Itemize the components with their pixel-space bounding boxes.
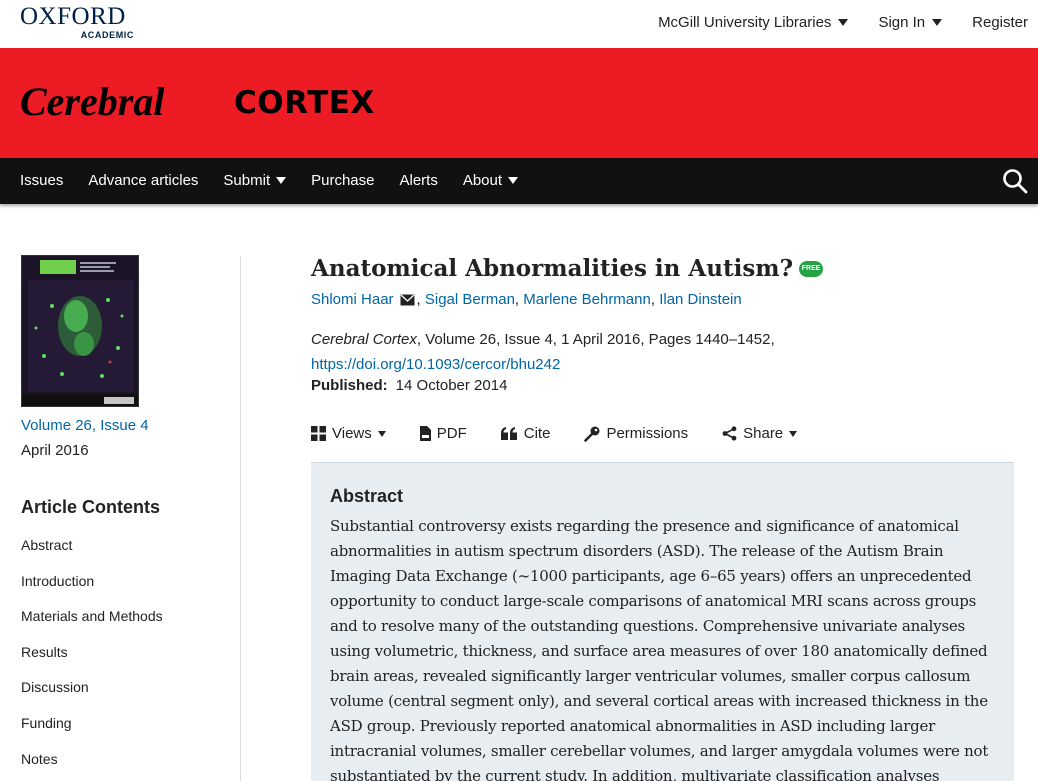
- nav-label: About: [462, 172, 503, 189]
- doi-link[interactable]: https://doi.org/10.1093/cercor/bhu242: [311, 356, 560, 373]
- author-link[interactable]: Marlene Behrmann: [523, 291, 651, 308]
- grid-icon: [311, 426, 326, 441]
- pdf-button[interactable]: PDF: [419, 425, 467, 442]
- author-separator: ,: [416, 291, 421, 308]
- oxford-academic-logo[interactable]: OXFORD ACADEMIC: [20, 3, 138, 41]
- article-contents-list: Abstract Introduction Materials and Meth…: [21, 536, 163, 781]
- abstract-body: Substantial controversy exists regarding…: [330, 517, 989, 781]
- institution-menu[interactable]: McGill University Libraries: [658, 14, 849, 31]
- logo-main-text: OXFORD: [20, 3, 126, 30]
- nav-label: Submit: [223, 172, 271, 189]
- nav-alerts[interactable]: Alerts: [399, 172, 437, 189]
- article-contents-heading: Article Contents: [21, 497, 161, 517]
- toc-item-abstract[interactable]: Abstract: [21, 536, 163, 572]
- main-nav: Issues Advance articles Submit Purchase …: [0, 158, 1038, 204]
- nav-label: Advance articles: [88, 172, 199, 189]
- journal-name: Cerebral Cortex: [311, 331, 417, 348]
- views-label: Views: [332, 425, 372, 442]
- sign-in-label: Sign In: [878, 14, 926, 31]
- share-label: Share: [743, 425, 784, 442]
- column-divider: [240, 256, 241, 781]
- chevron-down-icon: [932, 19, 943, 26]
- published-date: 14 October 2014: [395, 377, 508, 394]
- mail-icon[interactable]: [400, 294, 415, 306]
- article-toolbar: Views PDF Cite Permissions Share: [311, 425, 831, 442]
- author-link[interactable]: Sigal Berman: [425, 291, 515, 308]
- article-title: Anatomical Abnormalities in Autism?: [311, 255, 794, 282]
- permissions-label: Permissions: [606, 425, 689, 442]
- quote-icon: [500, 427, 517, 440]
- nav-issues[interactable]: Issues: [20, 172, 63, 189]
- toc-item-funding[interactable]: Funding: [21, 714, 163, 750]
- author-separator: ,: [514, 291, 520, 308]
- account-links: McGill University Libraries Sign In Regi…: [628, 14, 1028, 31]
- toc-item-materials-methods[interactable]: Materials and Methods: [21, 607, 163, 643]
- author-separator: ,: [650, 291, 656, 308]
- chevron-down-icon: [276, 177, 287, 184]
- article-title-row: Anatomical Abnormalities in Autism? FREE: [311, 255, 824, 282]
- chevron-down-icon: [508, 177, 519, 184]
- citation-line: Cerebral Cortex, Volume 26, Issue 4, 1 A…: [311, 327, 1001, 377]
- nav-label: Issues: [20, 172, 64, 189]
- abstract-section: Abstract Substantial controversy exists …: [311, 462, 1014, 781]
- free-badge: FREE: [799, 260, 824, 277]
- pdf-label: PDF: [436, 425, 467, 442]
- views-button[interactable]: Views: [311, 425, 386, 442]
- author-link[interactable]: Ilan Dinstein: [659, 291, 742, 308]
- volume-issue-link[interactable]: Volume 26, Issue 4: [21, 417, 149, 434]
- toc-item-introduction[interactable]: Introduction: [21, 572, 163, 608]
- author-list: Shlomi Haar , Sigal Berman , Marlene Beh…: [311, 291, 742, 308]
- published-line: Published: 14 October 2014: [311, 377, 507, 394]
- chevron-down-icon: [838, 19, 849, 26]
- citation-details: , Volume 26, Issue 4, 1 April 2016, Page…: [416, 331, 775, 348]
- issue-date: April 2016: [21, 442, 89, 459]
- abstract-heading: Abstract: [330, 486, 404, 506]
- issue-cover-image[interactable]: [21, 255, 139, 407]
- key-icon: [584, 426, 600, 442]
- journal-title-script[interactable]: Cerebral: [20, 78, 164, 125]
- register-link[interactable]: Register: [972, 14, 1028, 31]
- nav-purchase[interactable]: Purchase: [311, 172, 374, 189]
- author-link[interactable]: Shlomi Haar: [311, 291, 394, 308]
- logo-sub-text: ACADEMIC: [80, 30, 134, 40]
- institution-label: McGill University Libraries: [658, 14, 832, 31]
- nav-about[interactable]: About: [462, 172, 519, 189]
- chevron-down-icon: [377, 430, 386, 437]
- chevron-down-icon: [789, 430, 798, 437]
- share-button[interactable]: Share: [722, 425, 798, 442]
- toc-item-discussion[interactable]: Discussion: [21, 678, 163, 714]
- toc-item-results[interactable]: Results: [21, 643, 163, 679]
- cite-button[interactable]: Cite: [500, 425, 551, 442]
- journal-title-caps[interactable]: CORTEX: [234, 85, 375, 121]
- nav-advance-articles[interactable]: Advance articles: [88, 172, 198, 189]
- nav-label: Alerts: [399, 172, 438, 189]
- nav-submit[interactable]: Submit: [223, 172, 287, 189]
- pdf-file-icon: [419, 426, 431, 441]
- cover-artwork: [22, 256, 138, 406]
- search-icon[interactable]: [1002, 168, 1028, 194]
- share-icon: [722, 426, 737, 441]
- top-bar: OXFORD ACADEMIC McGill University Librar…: [0, 0, 1038, 48]
- permissions-button[interactable]: Permissions: [584, 425, 688, 442]
- register-label: Register: [972, 14, 1028, 31]
- toc-item-notes[interactable]: Notes: [21, 750, 163, 781]
- published-label: Published:: [311, 377, 388, 394]
- nav-label: Purchase: [311, 172, 375, 189]
- sign-in-menu[interactable]: Sign In: [878, 14, 943, 31]
- cite-label: Cite: [523, 425, 551, 442]
- journal-banner: Cerebral CORTEX: [0, 48, 1038, 158]
